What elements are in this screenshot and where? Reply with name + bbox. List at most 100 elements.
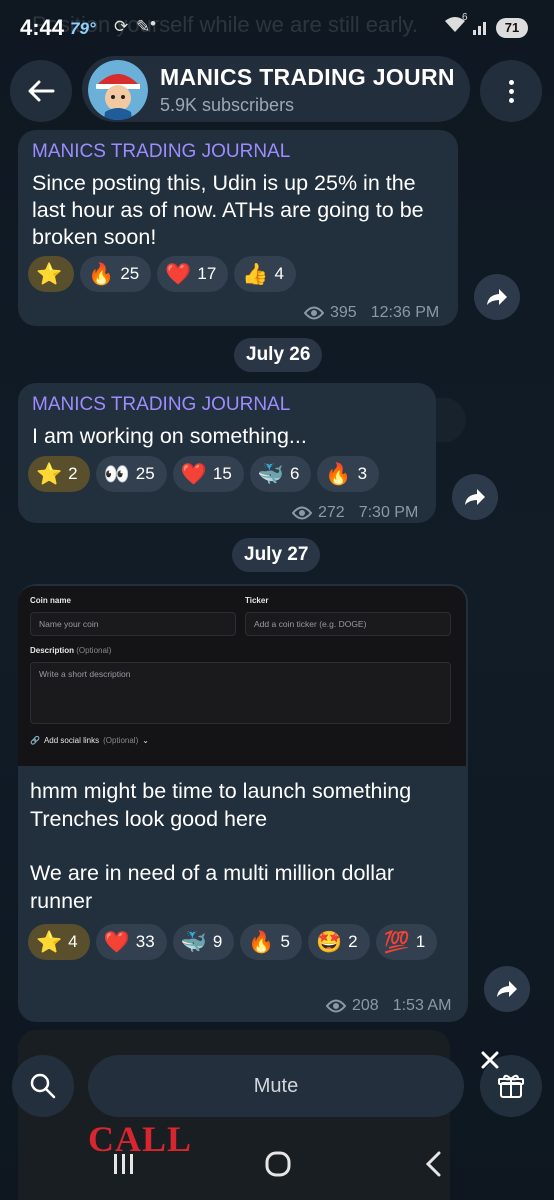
message-text-line: We are in need of a multi million dollar (30, 861, 395, 885)
forward-button[interactable] (452, 474, 498, 520)
reactions-row: ⭐ 🔥 25 ❤️ 17 👍 4 (28, 256, 448, 292)
social-links-toggle: 🔗 Add social links (Optional) ⌄ (30, 736, 149, 745)
mute-button[interactable]: Mute (88, 1055, 464, 1117)
forward-icon (487, 289, 507, 305)
whale-icon: 🐳 (180, 929, 207, 954)
reaction-heart[interactable]: ❤️ 17 (157, 256, 229, 292)
star-icon: ⭐ (36, 929, 63, 954)
reactions-row: ⭐ 2 👀 25 ❤️ 15 🐳 6 🔥 3 (28, 456, 438, 492)
reaction-star[interactable]: ⭐ (28, 256, 75, 292)
reaction-count: 17 (197, 264, 217, 283)
message-time: 1:53 AM (392, 997, 452, 1014)
eyes-icon: 👀 (103, 461, 130, 486)
coin-name-label: Coin name (30, 596, 71, 605)
message-sender[interactable]: MANICS TRADING JOURNAL (32, 394, 290, 416)
search-icon (30, 1073, 56, 1099)
recent-apps-button[interactable] (112, 1152, 136, 1181)
reaction-count: 2 (348, 932, 358, 951)
chevron-down-icon: ⌄ (142, 736, 149, 745)
menu-dot (508, 88, 514, 94)
back-button[interactable] (10, 60, 72, 122)
link-icon: 🔗 (30, 736, 40, 745)
eye-icon (304, 306, 324, 320)
reaction-hundred[interactable]: 💯 1 (375, 924, 438, 960)
eye-icon (326, 999, 346, 1013)
signal-icon (472, 18, 490, 41)
reaction-star[interactable]: ⭐ 4 (28, 924, 90, 960)
forward-icon (465, 489, 485, 505)
message-meta: 208 1:53 AM (326, 997, 451, 1015)
reaction-whale[interactable]: 🐳 6 (249, 456, 312, 492)
fire-icon: 🔥 (325, 461, 352, 486)
message-image[interactable]: Coin name Name your coin Ticker Add a co… (18, 586, 466, 766)
menu-dot (508, 97, 514, 103)
battery-indicator: 71 (496, 18, 528, 38)
reaction-count: 9 (212, 932, 223, 951)
heart-icon: ❤️ (165, 261, 192, 286)
search-button[interactable] (12, 1055, 74, 1117)
system-navigation-bar (0, 1128, 554, 1200)
reactions-row: ⭐ 4 ❤️ 33 🐳 9 🔥 5 🤩 2 💯 1 (28, 924, 448, 960)
menu-dot (508, 79, 514, 85)
star-icon: ⭐ (36, 261, 63, 286)
home-button[interactable] (264, 1150, 292, 1183)
arrow-left-icon (28, 80, 55, 102)
fire-icon: 🔥 (88, 261, 115, 286)
reaction-count: 2 (68, 464, 78, 483)
channel-avatar[interactable] (88, 60, 148, 120)
whale-icon: 🐳 (257, 461, 284, 486)
message-text: Since posting this, Udin is up 25% in th… (32, 171, 424, 249)
message-text-line: runner (30, 889, 93, 913)
ticker-input: Add a coin ticker (e.g. DOGE) (245, 612, 451, 636)
more-menu-button[interactable] (480, 60, 542, 122)
forward-button[interactable] (474, 274, 520, 320)
home-icon (265, 1151, 291, 1177)
reaction-fire[interactable]: 🔥 25 (80, 256, 152, 292)
message-text: I am working on something... (32, 424, 307, 448)
star-struck-icon: 🤩 (315, 929, 343, 954)
forward-button[interactable] (484, 966, 530, 1012)
reaction-thumbs-up[interactable]: 👍 4 (234, 256, 296, 292)
message-time: 7:30 PM (358, 504, 419, 521)
view-count: 208 (352, 997, 379, 1014)
reaction-count: 1 (415, 932, 426, 951)
reaction-fire[interactable]: 🔥 3 (317, 456, 380, 492)
reaction-whale[interactable]: 🐳 9 (172, 924, 235, 960)
thumbs-up-icon: 👍 (242, 261, 269, 286)
channel-title[interactable]: MANICS TRADING JOURN (160, 64, 460, 91)
sync-icon: ⟳ (114, 17, 129, 36)
message-meta: 272 7:30 PM (292, 504, 418, 522)
message-text-line: Trenches look good here (30, 807, 268, 831)
star-icon: ⭐ (36, 461, 63, 486)
eye-icon (292, 506, 312, 520)
close-icon[interactable] (474, 1044, 506, 1076)
reaction-count: 4 (68, 932, 78, 951)
message-sender[interactable]: MANICS TRADING JOURNAL (32, 141, 290, 163)
reaction-count: 4 (274, 264, 284, 283)
reaction-heart[interactable]: ❤️ 15 (172, 456, 244, 492)
recent-apps-icon (114, 1154, 133, 1174)
status-temperature: 79° (70, 19, 96, 38)
reaction-count: 6 (289, 464, 300, 483)
reaction-count: 25 (120, 264, 140, 283)
reaction-fire[interactable]: 🔥 5 (240, 924, 302, 960)
fire-icon: 🔥 (248, 929, 275, 954)
reaction-count: 25 (135, 464, 155, 483)
reaction-eyes[interactable]: 👀 25 (95, 456, 167, 492)
reaction-count: 5 (280, 932, 290, 951)
forward-icon (497, 981, 517, 997)
back-nav-button[interactable] (424, 1150, 444, 1183)
notification-dot-icon: • (150, 14, 156, 33)
date-separator: July 27 (232, 538, 321, 572)
description-textarea: Write a short description (30, 662, 451, 724)
date-separator: July 26 (234, 338, 323, 372)
view-count: 395 (330, 304, 357, 321)
pen-icon: ✎ (136, 17, 151, 36)
reaction-heart[interactable]: ❤️ 33 (95, 924, 167, 960)
status-time: 4:44 (20, 15, 65, 40)
description-label: Description (Optional) (30, 646, 112, 655)
gift-icon (498, 1074, 524, 1098)
reaction-star[interactable]: ⭐ 2 (28, 456, 90, 492)
status-bar: Position yourself while we are still ear… (0, 0, 554, 56)
reaction-star-struck[interactable]: 🤩 2 (307, 924, 370, 960)
